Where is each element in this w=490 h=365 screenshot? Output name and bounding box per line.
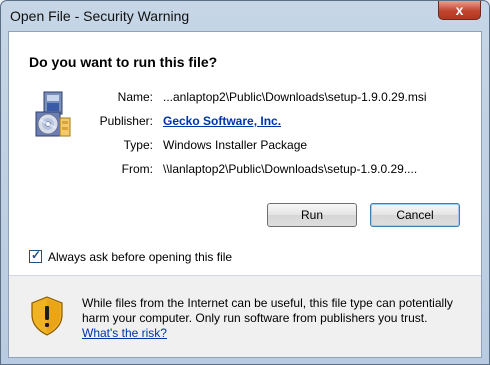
type-label: Type:: [123, 138, 153, 152]
close-button[interactable]: x: [438, 1, 481, 20]
cancel-button[interactable]: Cancel: [370, 203, 460, 227]
security-warning-dialog: Open File - Security Warning x Do you wa…: [0, 0, 490, 365]
run-button[interactable]: Run: [267, 203, 357, 227]
publisher-link[interactable]: Gecko Software, Inc.: [163, 114, 281, 128]
dialog-question: Do you want to run this file?: [29, 54, 218, 70]
cancel-button-label: Cancel: [396, 208, 434, 222]
warning-footer: While files from the Internet can be use…: [9, 276, 481, 357]
publisher-label: Publisher:: [99, 114, 153, 128]
window-title: Open File - Security Warning: [10, 8, 190, 24]
type-value: Windows Installer Package: [163, 138, 308, 152]
from-value: \\lanlaptop2\Public\Downloads\setup-1.9.…: [163, 162, 418, 176]
name-value: ...anlaptop2\Public\Downloads\setup-1.9.…: [163, 90, 427, 104]
installer-package-icon: [34, 90, 74, 140]
warning-message: While files from the Internet can be use…: [82, 296, 467, 341]
always-ask-checkbox[interactable]: ✓: [29, 248, 42, 263]
checkmark-icon: ✓: [31, 248, 42, 262]
run-button-label: Run: [300, 208, 323, 222]
whats-the-risk-link[interactable]: What's the risk?: [82, 326, 167, 340]
from-label: From:: [121, 162, 153, 176]
security-shield-icon: [30, 296, 64, 336]
name-label: Name:: [117, 90, 153, 104]
always-ask-label[interactable]: Always ask before opening this file: [48, 250, 232, 264]
dialog-body: Do you want to run this file? Name: ...a…: [8, 31, 482, 358]
warning-text: While files from the Internet can be use…: [82, 296, 453, 325]
title-bar[interactable]: Open File - Security Warning x: [1, 1, 489, 31]
close-icon: x: [455, 2, 464, 18]
